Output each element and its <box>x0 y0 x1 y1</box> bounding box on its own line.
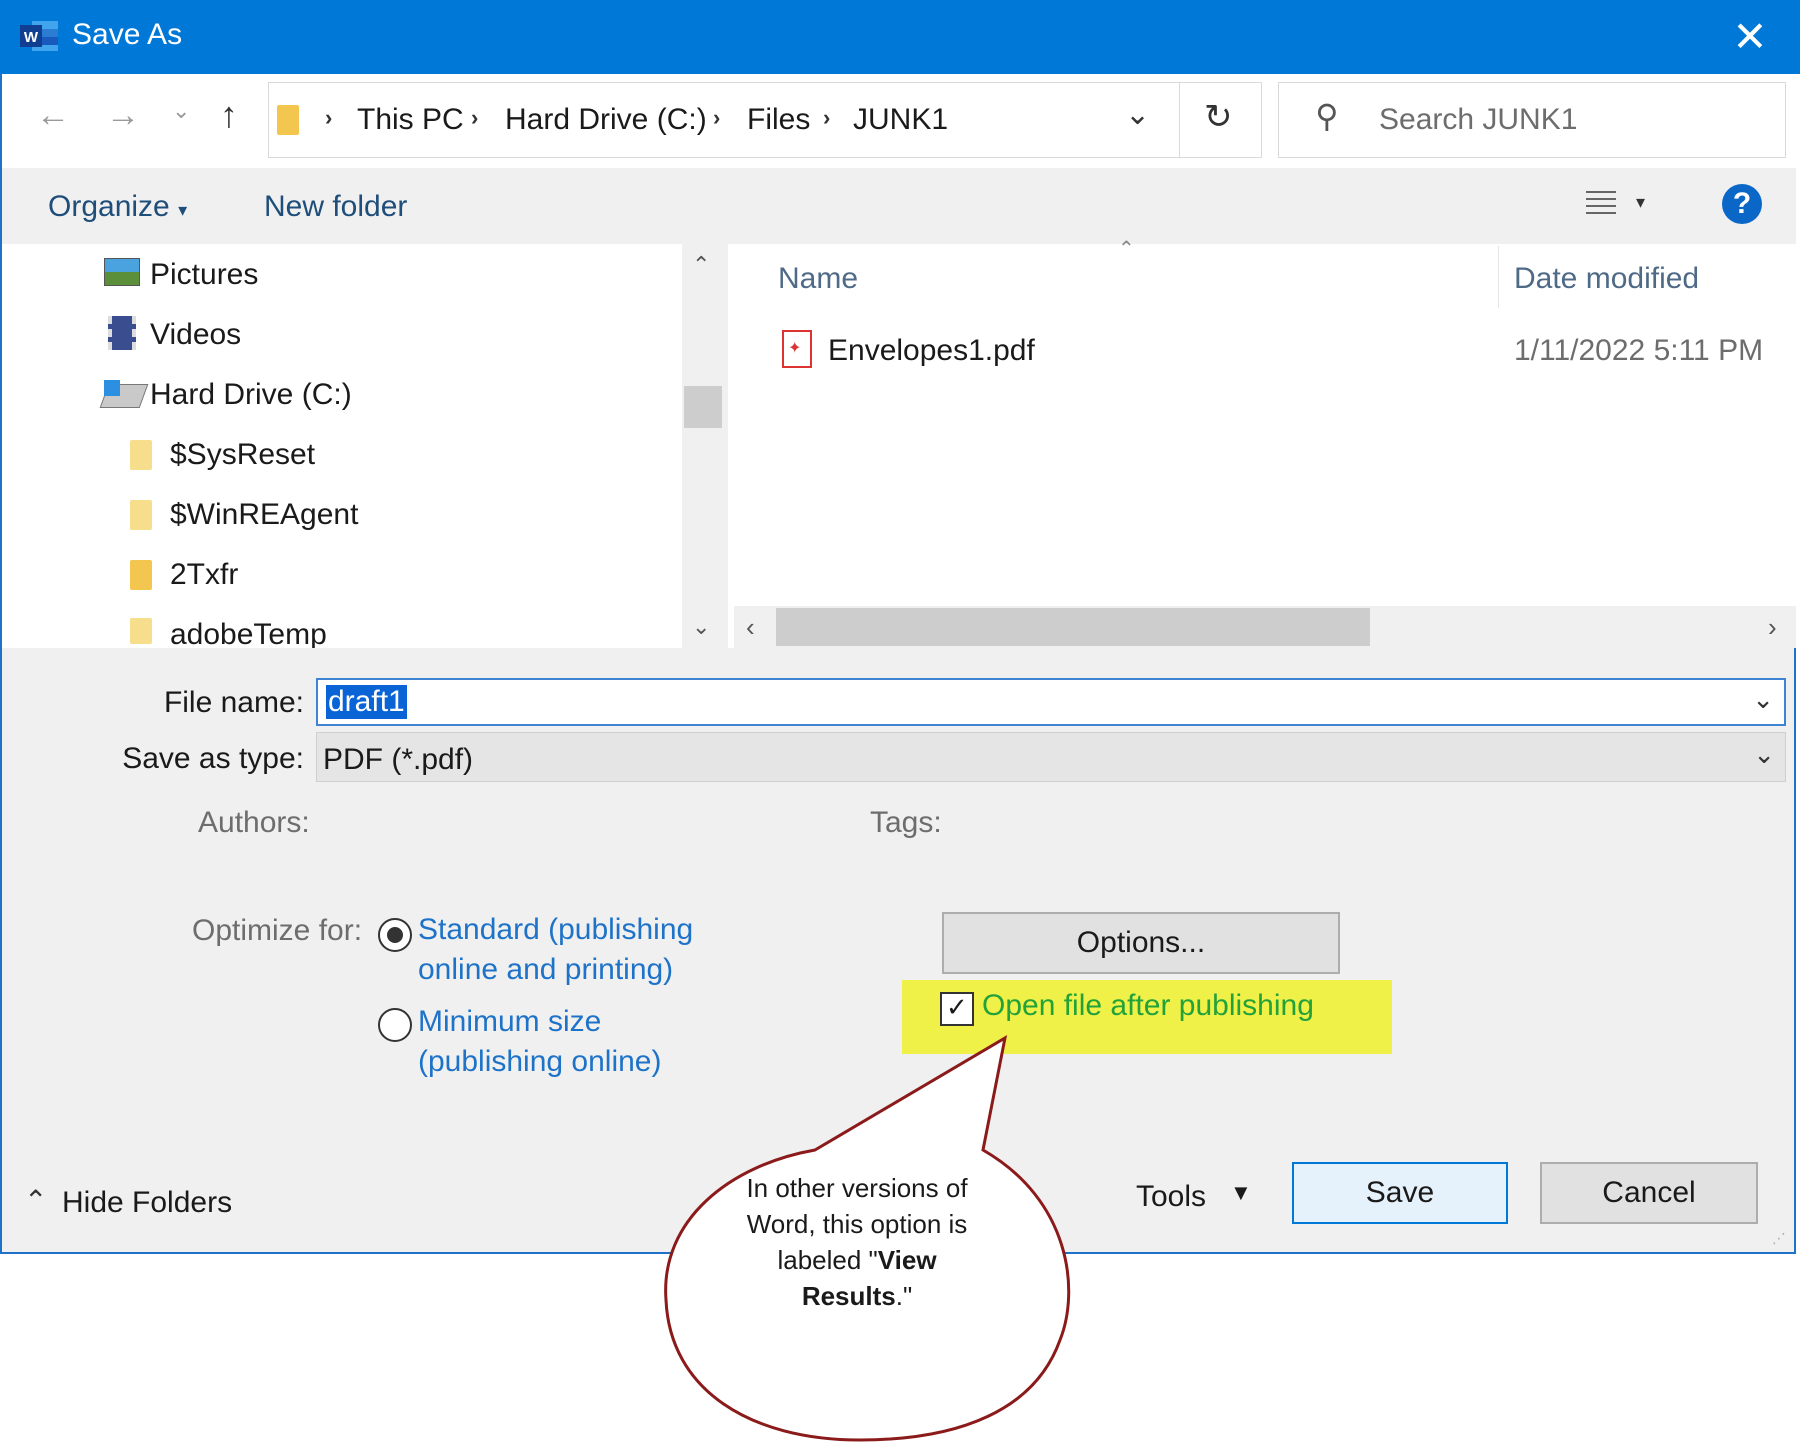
optimize-for-label: Optimize for: <box>192 914 363 947</box>
hide-folders-button[interactable]: Hide Folders <box>62 1186 232 1220</box>
breadcrumb-junk1[interactable]: JUNK1 <box>853 103 948 137</box>
scroll-down-icon[interactable]: ⌄ <box>692 614 710 640</box>
tags-label: Tags: <box>870 806 942 839</box>
search-icon: ⚲ <box>1315 98 1339 134</box>
nav-vertical-scrollbar[interactable] <box>682 244 722 648</box>
breadcrumb-separator-icon: › <box>713 105 721 130</box>
optimize-standard-radio[interactable] <box>378 918 412 952</box>
scroll-right-icon[interactable]: › <box>1768 612 1777 643</box>
up-arrow-icon[interactable]: ↑ <box>220 94 238 136</box>
view-options-icon[interactable] <box>1584 186 1618 220</box>
file-name-value: draft1 <box>326 685 407 719</box>
sort-ascending-icon: ⌃ <box>1118 238 1135 260</box>
authors-label: Authors: <box>198 806 310 839</box>
pictures-icon <box>104 258 140 286</box>
pdf-file-icon: ✦ <box>782 330 812 368</box>
save-as-type-label: Save as type: <box>122 742 304 775</box>
callout-line-3: labeled "View <box>777 1245 937 1275</box>
back-arrow-icon[interactable]: ← <box>36 96 70 135</box>
tools-dropdown-caret-icon[interactable]: ▼ <box>1230 1180 1252 1206</box>
nav-item-hard-drive[interactable]: Hard Drive (C:) <box>150 378 352 412</box>
file-name-dropdown-chevron-icon[interactable]: ⌄ <box>1752 684 1774 715</box>
search-placeholder: Search JUNK1 <box>1379 103 1578 136</box>
breadcrumb-separator-icon: › <box>471 105 479 130</box>
tools-button[interactable]: Tools <box>1136 1180 1206 1214</box>
nav-item-winreagent[interactable]: $WinREAgent <box>170 498 358 532</box>
file-name-input[interactable]: draft1 ⌄ <box>316 678 1786 726</box>
chevron-up-icon[interactable]: ⌃ <box>24 1184 47 1217</box>
windows-logo-icon <box>104 380 120 396</box>
close-button[interactable]: ✕ <box>1720 12 1780 62</box>
address-dropdown-chevron-icon[interactable]: ⌄ <box>1125 97 1150 132</box>
forward-arrow-icon[interactable]: → <box>106 96 140 135</box>
folder-icon <box>130 618 152 644</box>
nav-item-pictures[interactable]: Pictures <box>150 258 258 292</box>
search-box[interactable]: ⚲ Search JUNK1 <box>1278 82 1786 158</box>
open-after-publishing-checkbox[interactable]: ✓ <box>940 992 974 1026</box>
nav-item-videos[interactable]: Videos <box>150 318 241 352</box>
refresh-icon: ↻ <box>1204 98 1233 136</box>
folder-icon <box>130 560 152 590</box>
folder-icon <box>130 500 152 530</box>
save-as-type-value: PDF (*.pdf) <box>323 743 474 776</box>
breadcrumb-separator-icon: › <box>823 105 831 130</box>
file-name-cell[interactable]: Envelopes1.pdf <box>828 334 1035 368</box>
save-button[interactable]: Save <box>1292 1162 1508 1224</box>
new-folder-button[interactable]: New folder <box>264 190 407 224</box>
folder-icon <box>277 105 299 135</box>
refresh-button[interactable]: ↻ <box>1180 82 1262 158</box>
column-header-date-modified[interactable]: Date modified <box>1514 262 1699 296</box>
callout-line-4: Results." <box>801 1281 913 1311</box>
breadcrumb-separator-icon: › <box>325 105 333 130</box>
callout-line-1: In other versions of <box>746 1173 968 1203</box>
open-after-publishing-label[interactable]: Open file after publishing <box>982 986 1314 1026</box>
nav-item-sysreset[interactable]: $SysReset <box>170 438 315 472</box>
optimize-standard-label-2[interactable]: online and printing) <box>418 950 673 990</box>
breadcrumb-hard-drive[interactable]: Hard Drive (C:) <box>505 103 707 137</box>
file-date-cell: 1/11/2022 5:11 PM <box>1514 334 1764 367</box>
breadcrumb-this-pc[interactable]: This PC <box>357 103 464 137</box>
organize-label: Organize <box>48 190 170 223</box>
folder-icon <box>130 440 152 470</box>
address-bar[interactable]: › This PC › Hard Drive (C:) › Files › JU… <box>268 82 1180 158</box>
optimize-minimum-label-1[interactable]: Minimum size <box>418 1002 601 1042</box>
resize-grip-icon[interactable]: ⋰ <box>1772 1230 1786 1247</box>
file-scroll-thumb[interactable] <box>776 608 1370 646</box>
scroll-left-icon[interactable]: ‹ <box>746 612 755 643</box>
checkmark-icon: ✓ <box>946 992 968 1022</box>
nav-item-2txfr[interactable]: 2Txfr <box>170 558 238 592</box>
optimize-standard-label-1[interactable]: Standard (publishing <box>418 910 693 950</box>
svg-text:W: W <box>24 29 39 46</box>
optimize-minimum-radio[interactable] <box>378 1008 412 1042</box>
window-title: Save As <box>72 18 183 51</box>
column-divider <box>1498 246 1499 308</box>
nav-scroll-thumb[interactable] <box>684 386 722 428</box>
nav-item-adobetemp[interactable]: adobeTemp <box>170 618 327 648</box>
view-dropdown-caret-icon[interactable]: ▾ <box>1636 192 1645 213</box>
videos-icon <box>108 316 136 350</box>
recent-locations-chevron-icon[interactable]: ⌄ <box>172 98 190 124</box>
navigation-pane <box>2 244 722 648</box>
help-button[interactable]: ? <box>1722 184 1762 224</box>
breadcrumb-files[interactable]: Files <box>747 103 810 137</box>
callout-text: In other versions of Word, this option i… <box>722 1170 992 1314</box>
options-button[interactable]: Options... <box>942 912 1340 974</box>
callout-line-2: Word, this option is <box>746 1209 968 1239</box>
save-type-dropdown-chevron-icon[interactable]: ⌄ <box>1753 739 1775 770</box>
word-app-icon: W <box>20 21 58 51</box>
save-as-type-select[interactable]: PDF (*.pdf) ⌄ <box>316 732 1786 782</box>
organize-button[interactable]: Organize ▾ <box>48 190 187 224</box>
file-name-label: File name: <box>163 686 304 719</box>
file-list-pane <box>728 244 1796 648</box>
column-header-name[interactable]: Name <box>778 262 858 296</box>
optimize-minimum-label-2[interactable]: (publishing online) <box>418 1042 662 1082</box>
scroll-up-icon[interactable]: ⌃ <box>692 252 710 278</box>
title-bar <box>0 0 1800 74</box>
dropdown-caret-icon: ▾ <box>178 200 188 220</box>
cancel-button[interactable]: Cancel <box>1540 1162 1758 1224</box>
